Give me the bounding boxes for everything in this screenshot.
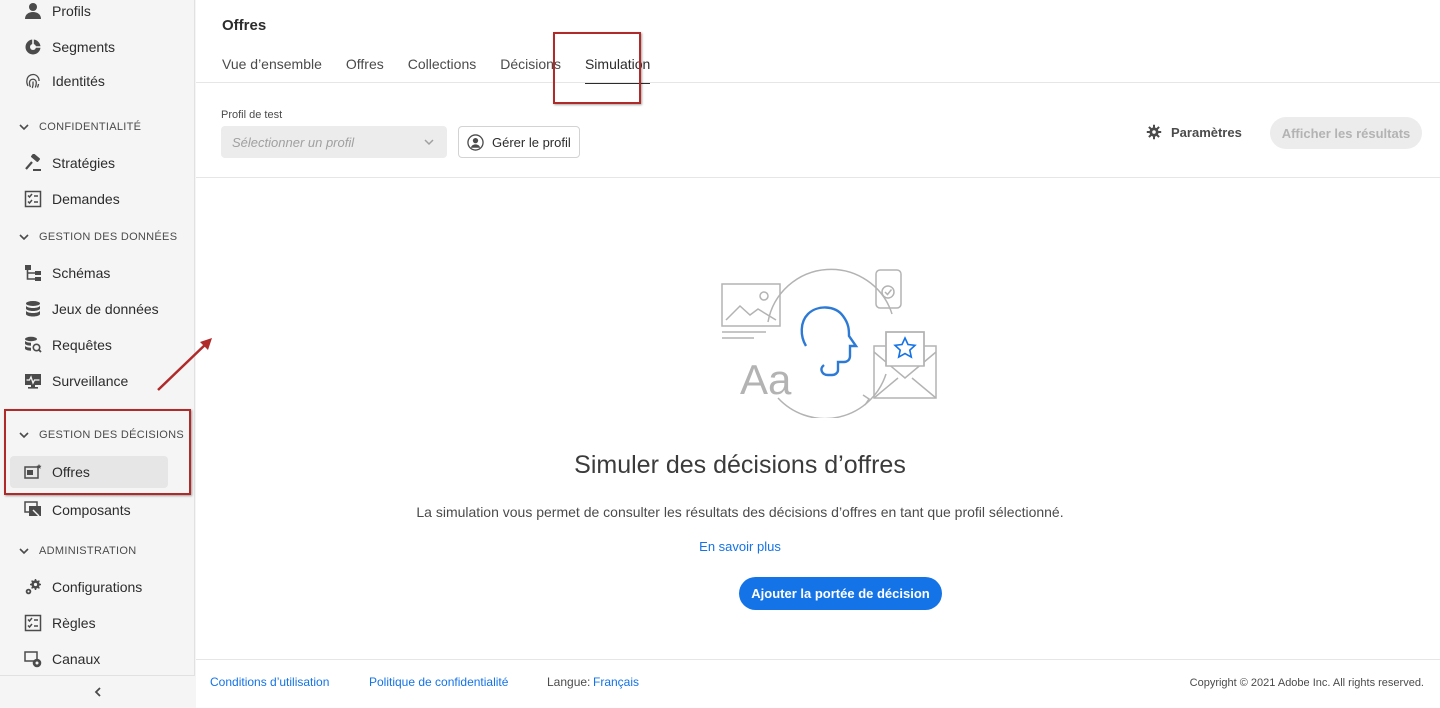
collapse-sidebar-button[interactable] [0,675,195,708]
sidebar-item-label: Jeux de données [52,301,159,317]
profile-select[interactable]: Sélectionner un profil [221,126,447,158]
learn-more-label[interactable]: En savoir plus [699,539,781,554]
tab-simulation[interactable]: Simulation [584,56,651,84]
offers-icon [24,463,42,481]
sidebar-item-label: Requêtes [52,337,112,353]
sidebar-item-label: Schémas [52,265,111,281]
sidebar-item-label: Demandes [52,191,120,207]
sidebar-item-jeux-de-donnees[interactable]: Jeux de données [10,293,168,325]
query-icon [24,336,42,354]
sidebar-item-profils[interactable]: Profils [10,0,168,27]
fingerprint-icon [24,72,42,90]
sidebar-item-configurations[interactable]: Configurations [10,571,168,603]
section-title: GESTION DES DÉCISIONS [39,429,185,441]
sidebar-item-canaux[interactable]: Canaux [10,643,168,675]
sidebar: Profils Segments Identités CONFIDENTIALI… [0,0,195,708]
chevron-down-icon [19,548,29,555]
page-title: Offres [222,17,267,34]
sidebar-item-label: Profils [52,3,91,19]
section-title: ADMINISTRATION [39,545,137,557]
sidebar-item-strategies[interactable]: Stratégies [10,147,168,179]
sidebar-item-label: Surveillance [52,373,129,389]
section-title: GESTION DES DONNÉES [39,231,178,243]
language-label: Langue: [547,675,591,689]
sidebar-item-label: Identités [52,73,105,89]
tab-decisions[interactable]: Décisions [500,56,561,82]
monitor-icon [24,372,42,390]
divider [196,82,1440,83]
rules-icon [24,614,42,632]
add-decision-scope-button[interactable]: Ajouter la portée de décision [739,577,942,610]
section-title: CONFIDENTIALITÉ [39,121,142,133]
checklist-icon [24,190,42,208]
terms-link[interactable]: Conditions d’utilisation [210,675,329,689]
divider [196,659,1440,660]
chevron-down-icon [424,139,434,146]
sidebar-item-label: Segments [52,39,116,55]
segments-icon [24,38,42,56]
sidebar-item-composants[interactable]: Composants [10,494,168,526]
gavel-icon [24,154,42,172]
sidebar-item-regles[interactable]: Règles [10,607,168,639]
sidebar-item-schemas[interactable]: Schémas [10,257,168,289]
gears-icon [24,578,42,596]
profile-select-placeholder: Sélectionner un profil [232,134,355,150]
sidebar-item-offres[interactable]: Offres [10,456,168,488]
section-administration[interactable]: ADMINISTRATION [18,541,137,561]
tab-collections[interactable]: Collections [408,56,476,82]
database-icon [24,300,42,318]
settings-button[interactable]: Paramètres [1146,123,1242,141]
manage-profile-label: Gérer le profil [492,134,571,150]
sidebar-item-demandes[interactable]: Demandes [10,183,168,215]
schema-icon [24,264,42,282]
learn-more-link[interactable]: En savoir plus [196,539,1284,554]
settings-label: Paramètres [1171,124,1242,140]
sidebar-item-segments[interactable]: Segments [10,31,168,63]
sidebar-item-label: Règles [52,615,96,631]
svg-text:Aa: Aa [740,356,792,403]
sidebar-item-label: Configurations [52,579,143,595]
person-icon [24,2,42,20]
simulation-illustration: Aa [721,268,937,418]
chevron-down-icon [19,234,29,241]
chevron-down-icon [19,124,29,131]
show-results-button[interactable]: Afficher les résultats [1270,117,1422,149]
sidebar-item-label: Stratégies [52,155,116,171]
sidebar-item-requetes[interactable]: Requêtes [10,329,168,361]
empty-state-description: La simulation vous permet de consulter l… [416,504,1064,520]
privacy-link[interactable]: Politique de confidentialité [369,675,508,689]
manage-profile-button[interactable]: Gérer le profil [458,126,580,158]
sidebar-item-label: Canaux [52,651,101,667]
profile-field-label: Profil de test [221,109,283,121]
tab-offres[interactable]: Offres [346,56,384,82]
section-gestion-decisions[interactable]: GESTION DES DÉCISIONS [18,425,184,445]
sidebar-item-surveillance[interactable]: Surveillance [10,365,168,397]
language-select-link[interactable]: Français [593,675,639,689]
tab-vue-ensemble[interactable]: Vue d’ensemble [222,56,322,82]
channels-icon [24,650,42,668]
section-gestion-donnees[interactable]: GESTION DES DONNÉES [18,227,177,247]
copyright-text: Copyright © 2021 Adobe Inc. All rights r… [1189,677,1424,689]
sidebar-item-identites[interactable]: Identités [10,65,168,97]
tab-bar: Vue d’ensemble Offres Collections Décisi… [222,56,674,84]
chevron-down-icon [19,432,29,439]
chevron-left-icon [94,687,101,697]
section-confidentialite[interactable]: CONFIDENTIALITÉ [18,117,141,137]
divider [196,177,1440,178]
user-circle-icon [467,133,484,151]
gear-icon [1146,124,1162,140]
sidebar-item-label: Offres [52,464,90,480]
components-icon [24,501,42,519]
main-content: Offres Vue d’ensemble Offres Collections… [196,0,1440,708]
empty-state-title: Simuler des décisions d’offres [574,451,906,479]
sidebar-item-label: Composants [52,502,131,518]
